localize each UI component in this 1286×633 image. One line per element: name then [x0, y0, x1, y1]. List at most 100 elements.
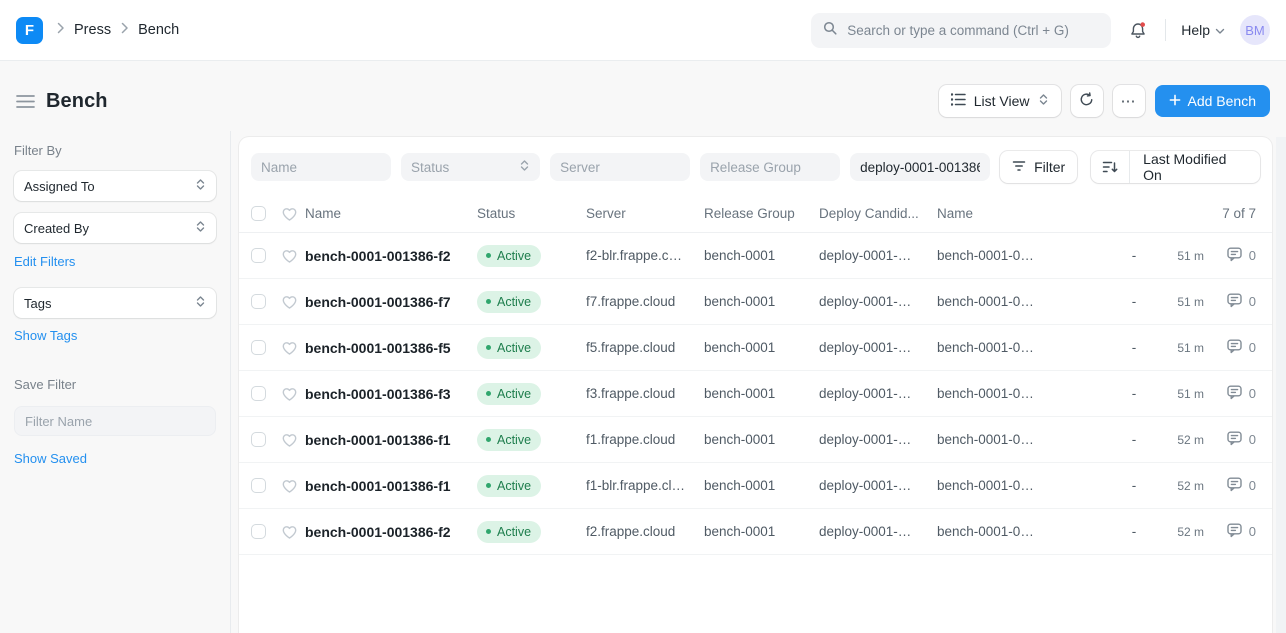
comments-cell[interactable]: 0 — [1204, 338, 1260, 357]
content: Filter By Assigned To Created By Edit Fi… — [0, 131, 1286, 633]
row-checkbox[interactable] — [251, 432, 266, 447]
frappe-logo[interactable]: F — [16, 17, 43, 44]
search-input[interactable] — [847, 23, 1100, 38]
deploy-candidate-cell: deploy-0001-… — [819, 478, 937, 493]
favorite-heart-icon[interactable] — [281, 478, 305, 494]
favorite-heart-icon[interactable] — [281, 294, 305, 310]
status-filter-select[interactable]: Status — [401, 153, 540, 181]
comment-icon — [1226, 292, 1243, 311]
bench-name[interactable]: bench-0001-001386-f1 — [305, 478, 477, 494]
table-row[interactable]: bench-0001-001386-f7 Active f7.frappe.cl… — [239, 279, 1272, 325]
save-filter-label: Save Filter — [14, 377, 216, 392]
server-filter-input[interactable] — [550, 153, 690, 181]
breadcrumb-bench[interactable]: Bench — [138, 22, 179, 38]
bench-name[interactable]: bench-0001-001386-f5 — [305, 340, 477, 356]
comments-cell[interactable]: 0 — [1204, 384, 1260, 403]
bench-name[interactable]: bench-0001-001386-f7 — [305, 294, 477, 310]
row-checkbox[interactable] — [251, 248, 266, 263]
help-menu[interactable]: Help — [1181, 22, 1225, 38]
release-group-filter-input[interactable] — [700, 153, 840, 181]
view-switcher-button[interactable]: List View — [939, 85, 1061, 117]
table-row[interactable]: bench-0001-001386-f2 Active f2.frappe.cl… — [239, 509, 1272, 555]
plus-icon — [1169, 93, 1181, 109]
row-checkbox[interactable] — [251, 386, 266, 401]
name-filter-input[interactable] — [251, 153, 391, 181]
favorite-heart-icon[interactable] — [281, 386, 305, 402]
bench-name[interactable]: bench-0001-001386-f3 — [305, 386, 477, 402]
sort-icon[interactable] — [1091, 151, 1129, 183]
bench-name[interactable]: bench-0001-001386-f1 — [305, 432, 477, 448]
favorite-column-heart-icon — [281, 206, 305, 222]
show-tags-link[interactable]: Show Tags — [14, 328, 77, 343]
row-checkbox[interactable] — [251, 478, 266, 493]
comment-count: 0 — [1249, 432, 1256, 447]
table-row[interactable]: bench-0001-001386-f5 Active f5.frappe.cl… — [239, 325, 1272, 371]
filter-by-label: Filter By — [14, 143, 216, 158]
table-row[interactable]: bench-0001-001386-f1 Active f1-blr.frapp… — [239, 463, 1272, 509]
created-by-label: Created By — [24, 221, 89, 236]
tags-select[interactable]: Tags — [14, 288, 216, 318]
refresh-button[interactable] — [1071, 85, 1103, 117]
deploy-candidate-filter-input[interactable] — [850, 153, 990, 181]
comments-cell[interactable]: 0 — [1204, 292, 1260, 311]
favorite-heart-icon[interactable] — [281, 524, 305, 540]
table-row[interactable]: bench-0001-001386-f2 Active f2-blr.frapp… — [239, 233, 1272, 279]
secondary-name-cell: bench-0001-0… — [937, 432, 1114, 447]
favorite-heart-icon[interactable] — [281, 248, 305, 264]
edit-filters-link[interactable]: Edit Filters — [14, 254, 75, 269]
comments-cell[interactable]: 0 — [1204, 430, 1260, 449]
status-badge: Active — [477, 475, 541, 497]
table-header: Name Status Server Release Group Deploy … — [239, 195, 1272, 233]
modified-cell: 51 m — [1154, 341, 1204, 355]
vertical-scrollbar[interactable] — [1276, 137, 1286, 633]
comment-count: 0 — [1249, 478, 1256, 493]
column-header-name2: Name — [937, 206, 1114, 221]
comments-cell[interactable]: 0 — [1204, 522, 1260, 541]
bench-name[interactable]: bench-0001-001386-f2 — [305, 524, 477, 540]
status-dot-icon — [486, 253, 491, 258]
refresh-icon — [1079, 92, 1094, 110]
assigned-cell: - — [1114, 294, 1154, 309]
status-dot-icon — [486, 483, 491, 488]
table-body: bench-0001-001386-f2 Active f2-blr.frapp… — [239, 233, 1272, 555]
column-header-status: Status — [477, 206, 586, 221]
server-cell: f1.frappe.cloud — [586, 432, 704, 447]
comments-cell[interactable]: 0 — [1204, 246, 1260, 265]
sidebar-toggle-icon[interactable] — [16, 94, 35, 109]
breadcrumb-press[interactable]: Press — [74, 22, 111, 38]
user-avatar[interactable]: BM — [1240, 15, 1270, 45]
assigned-cell: - — [1114, 340, 1154, 355]
notifications-bell-icon[interactable] — [1126, 19, 1150, 42]
select-all-checkbox[interactable] — [251, 206, 266, 221]
server-cell: f2-blr.frappe.c… — [586, 248, 704, 263]
table-row[interactable]: bench-0001-001386-f1 Active f1.frappe.cl… — [239, 417, 1272, 463]
add-bench-button[interactable]: Add Bench — [1155, 85, 1271, 117]
release-group-cell: bench-0001 — [704, 432, 819, 447]
row-checkbox[interactable] — [251, 340, 266, 355]
secondary-name-cell: bench-0001-0… — [937, 294, 1114, 309]
help-label: Help — [1181, 22, 1210, 38]
deploy-candidate-cell: deploy-0001-… — [819, 340, 937, 355]
filter-button[interactable]: Filter — [1000, 151, 1077, 183]
row-checkbox[interactable] — [251, 524, 266, 539]
command-search[interactable] — [811, 13, 1111, 48]
show-saved-link[interactable]: Show Saved — [14, 451, 87, 466]
sort-field-label[interactable]: Last Modified On — [1130, 151, 1260, 183]
avatar-initials: BM — [1245, 23, 1265, 38]
assigned-to-select[interactable]: Assigned To — [14, 171, 216, 201]
modified-cell: 51 m — [1154, 249, 1204, 263]
favorite-heart-icon[interactable] — [281, 432, 305, 448]
favorite-heart-icon[interactable] — [281, 340, 305, 356]
bench-name[interactable]: bench-0001-001386-f2 — [305, 248, 477, 264]
created-by-select[interactable]: Created By — [14, 213, 216, 243]
row-checkbox[interactable] — [251, 294, 266, 309]
sort-control[interactable]: Last Modified On — [1091, 151, 1260, 183]
status-badge-label: Active — [497, 525, 531, 539]
deploy-candidate-cell: deploy-0001-… — [819, 524, 937, 539]
comments-cell[interactable]: 0 — [1204, 476, 1260, 495]
row-count: 7 of 7 — [1222, 206, 1260, 221]
table-row[interactable]: bench-0001-001386-f3 Active f3.frappe.cl… — [239, 371, 1272, 417]
comment-count: 0 — [1249, 340, 1256, 355]
filter-name-input[interactable] — [14, 406, 216, 436]
more-options-button[interactable]: ⋯ — [1113, 85, 1145, 117]
